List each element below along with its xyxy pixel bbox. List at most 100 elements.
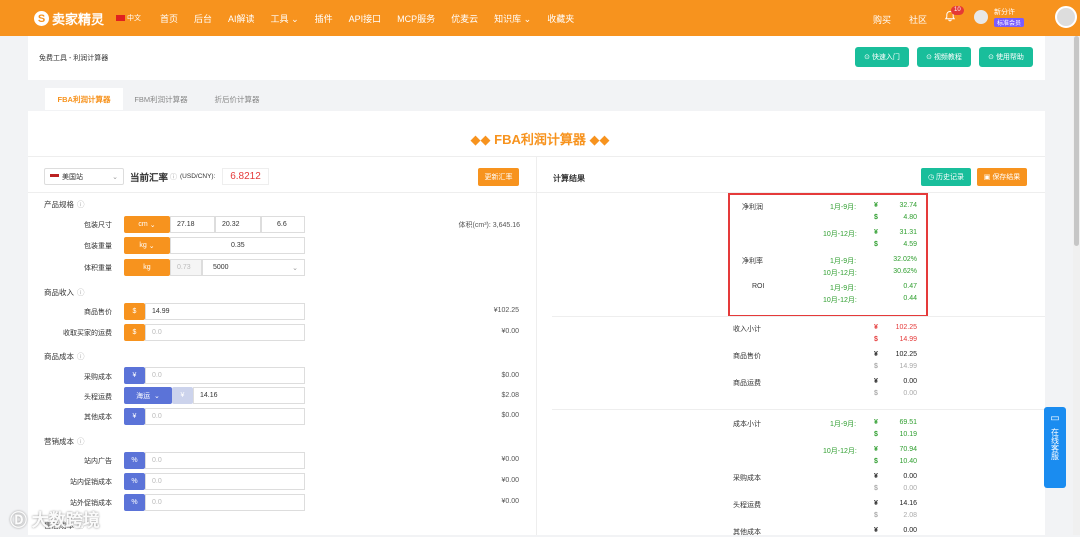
help-icon: ⊙ bbox=[988, 54, 994, 61]
logo[interactable]: S 卖家精灵 bbox=[34, 9, 104, 28]
promo-cny: ¥0.00 bbox=[501, 477, 519, 484]
other-cost-label: 其他成本 bbox=[84, 414, 112, 421]
ads-cny: ¥0.00 bbox=[501, 456, 519, 463]
price-currency: $ bbox=[124, 303, 145, 320]
shipping-currency: $ bbox=[124, 324, 145, 341]
period-label: 1月-9月: bbox=[830, 204, 857, 211]
video-tutorial-button[interactable]: ⊙ 视频教程 bbox=[917, 47, 971, 67]
purchase-input[interactable]: 0.0 bbox=[145, 367, 305, 384]
nav-tools[interactable]: 工具 ⌄ bbox=[271, 12, 299, 25]
other-cost-usd: $0.00 bbox=[501, 412, 519, 419]
rate-value: 6.8212 bbox=[222, 168, 269, 185]
net-profit-q4-usd: 4.59 bbox=[903, 241, 917, 248]
history-button[interactable]: ◷ 历史记录 bbox=[921, 168, 971, 186]
chevron-down-icon: ⌄ bbox=[112, 173, 118, 181]
height-input[interactable]: 6.6 bbox=[261, 216, 305, 233]
user-name[interactable]: 新分许 bbox=[994, 7, 1015, 17]
first-leg-result-label: 头程运费 bbox=[733, 502, 761, 509]
language-selector[interactable]: 中文 bbox=[116, 13, 141, 23]
update-rate-button[interactable]: 更新汇率 bbox=[478, 168, 519, 186]
main-nav: 首页 后台 AI解读 工具 ⌄ 插件 API接口 MCP服务 优麦云 知识库 ⌄… bbox=[160, 12, 590, 25]
save-result-button[interactable]: ▣ 保存结果 bbox=[977, 168, 1027, 186]
nav-mcp[interactable]: MCP服务 bbox=[397, 12, 435, 25]
breadcrumb: 免费工具 - 利润计算器 bbox=[39, 55, 109, 62]
nav-community[interactable]: 社区 bbox=[909, 13, 927, 26]
pkg-weight-label: 包装重量 bbox=[84, 243, 112, 250]
first-leg-usd: $2.08 bbox=[501, 392, 519, 399]
profile-avatar[interactable] bbox=[1055, 6, 1077, 28]
divider bbox=[552, 316, 1045, 317]
price-label: 商品售价 bbox=[84, 309, 112, 316]
divider bbox=[28, 192, 536, 193]
promo-input[interactable]: 0.0 bbox=[145, 473, 305, 490]
length-input[interactable]: 27.18 bbox=[170, 216, 215, 233]
tab-fbm[interactable]: FBM利润计算器 bbox=[125, 88, 197, 110]
nav-plugin[interactable]: 插件 bbox=[315, 12, 333, 25]
shipping-input[interactable]: 0.0 bbox=[145, 324, 305, 341]
promo-label: 站内促销成本 bbox=[70, 479, 112, 486]
quick-start-button[interactable]: ⊙ 快速入门 bbox=[855, 47, 909, 67]
period-label: 10月-12月: bbox=[823, 231, 857, 238]
user-avatar[interactable] bbox=[974, 10, 988, 24]
purchase-result-cny: 0.00 bbox=[903, 473, 917, 480]
ads-unit: % bbox=[124, 452, 145, 469]
nav-home[interactable]: 首页 bbox=[160, 12, 178, 25]
nav-favorites[interactable]: 收藏夹 bbox=[547, 12, 574, 25]
net-profit-q1-cny: 32.74 bbox=[899, 202, 917, 209]
site-select[interactable]: 美国站 ⌄ bbox=[44, 168, 124, 185]
roi-label: ROI bbox=[752, 283, 765, 290]
offsite-promo-unit: % bbox=[124, 494, 145, 511]
vol-divisor-select[interactable]: 5000 ⌄ bbox=[202, 259, 305, 276]
price-input[interactable]: 14.99 bbox=[145, 303, 305, 320]
net-margin-label: 净利率 bbox=[742, 258, 763, 265]
notification-badge: 10 bbox=[951, 6, 964, 15]
ads-input[interactable]: 0.0 bbox=[145, 452, 305, 469]
cost-section-title: 商品成本 ⓘ bbox=[44, 352, 85, 361]
help-icon: ⓘ bbox=[77, 200, 85, 209]
purchase-usd: $0.00 bbox=[501, 372, 519, 379]
purchase-currency: ¥ bbox=[124, 367, 145, 384]
pkg-size-label: 包装尺寸 bbox=[84, 222, 112, 229]
nav-buy[interactable]: 购买 bbox=[873, 13, 891, 26]
first-leg-input[interactable]: 14.16 bbox=[193, 387, 305, 404]
tab-discount[interactable]: 折后价计算器 bbox=[201, 88, 273, 110]
nav-knowledge[interactable]: 知识库 ⌄ bbox=[494, 12, 531, 25]
vol-weight-unit: kg bbox=[124, 259, 170, 276]
purchase-result-usd: 0.00 bbox=[903, 485, 917, 492]
period-label: 1月-9月: bbox=[830, 421, 857, 428]
offsite-promo-input[interactable]: 0.0 bbox=[145, 494, 305, 511]
tab-fba[interactable]: FBA利润计算器 bbox=[45, 88, 123, 110]
nav-api[interactable]: API接口 bbox=[349, 12, 382, 25]
roi-q1: 0.47 bbox=[903, 283, 917, 290]
info-icon: ⓘ bbox=[170, 174, 177, 181]
shipping-mode-select[interactable]: 海运 ⌄ bbox=[124, 387, 172, 404]
first-leg-result-usd: 2.08 bbox=[903, 512, 917, 519]
other-cost-result-label: 其他成本 bbox=[733, 529, 761, 536]
page-scrollbar[interactable] bbox=[1073, 36, 1080, 535]
other-cost-input[interactable]: 0.0 bbox=[145, 408, 305, 425]
online-service-button[interactable]: ▭ 在线客服 bbox=[1044, 407, 1066, 488]
nav-ai[interactable]: AI解读 bbox=[228, 12, 255, 25]
net-margin-q4: 30.62% bbox=[893, 268, 917, 275]
cost-subtotal-label: 成本小计 bbox=[733, 421, 761, 428]
pkg-weight-input[interactable]: 0.35 bbox=[170, 237, 305, 254]
width-input[interactable]: 20.32 bbox=[215, 216, 261, 233]
vol-weight-label: 体积重量 bbox=[84, 265, 112, 272]
us-flag-icon bbox=[50, 173, 59, 180]
first-leg-label: 头程运费 bbox=[84, 394, 112, 401]
nav-youmai[interactable]: 优麦云 bbox=[451, 12, 478, 25]
weight-unit-select[interactable]: kg ⌄ bbox=[124, 237, 170, 254]
income-subtotal-usd: 14.99 bbox=[899, 336, 917, 343]
cost-q1-cny: 69.51 bbox=[899, 419, 917, 426]
offsite-promo-cny: ¥0.00 bbox=[501, 498, 519, 505]
income-subtotal-label: 收入小计 bbox=[733, 326, 761, 333]
size-unit-select[interactable]: cm ⌄ bbox=[124, 216, 170, 233]
nav-backend[interactable]: 后台 bbox=[194, 12, 212, 25]
shipping-label: 收取买家的运费 bbox=[63, 330, 112, 337]
help-button[interactable]: ⊙ 使用帮助 bbox=[979, 47, 1033, 67]
first-leg-result-cny: 14.16 bbox=[899, 500, 917, 507]
help-icon: ⓘ bbox=[77, 288, 85, 297]
watermark: Ⓓ 大数跨境 bbox=[10, 511, 100, 530]
other-cost-currency: ¥ bbox=[124, 408, 145, 425]
shipping-result-label: 商品运费 bbox=[733, 380, 761, 387]
